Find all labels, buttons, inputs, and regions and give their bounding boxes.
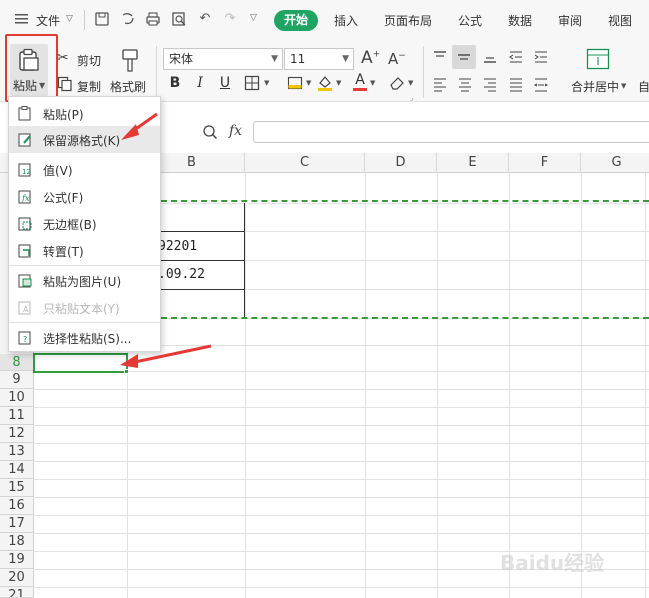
arrow-to-active-cell (134, 344, 212, 364)
spreadsheet-app: 文件 ▽ ↶ ↷ ▽ 开始 插入 页面布局 公式 数据 审阅 视图 粘贴 ▼ ✂… (0, 0, 649, 598)
arrow-head (120, 354, 138, 368)
arrow-head (121, 124, 139, 140)
annotation-arrows (120, 112, 212, 368)
